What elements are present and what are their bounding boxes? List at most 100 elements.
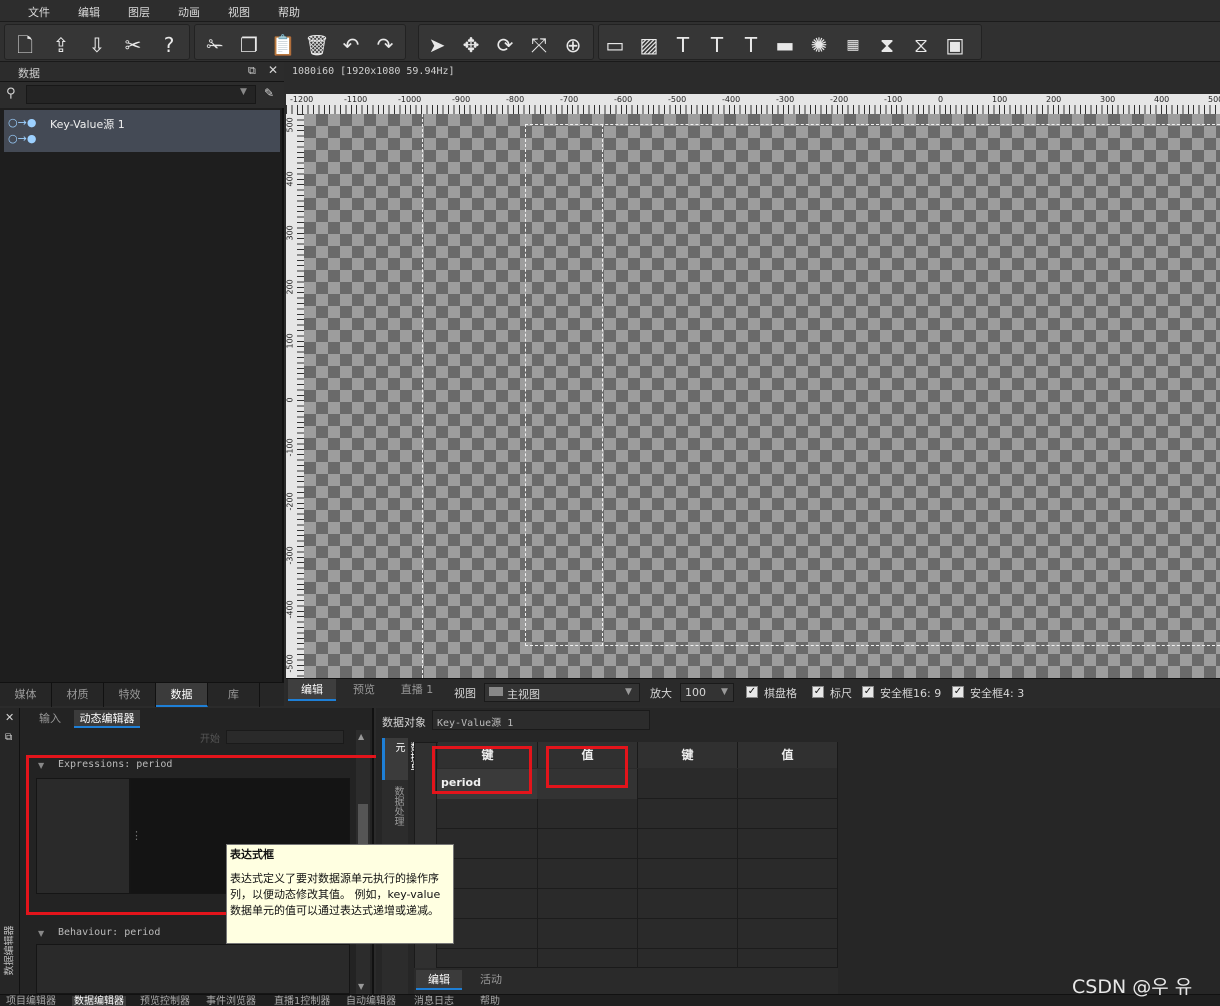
behaviour-box[interactable] bbox=[36, 944, 350, 994]
search-input[interactable] bbox=[26, 85, 256, 104]
copy-icon[interactable]: ❐ bbox=[235, 31, 263, 59]
ruler-top-label: -300 bbox=[776, 95, 795, 104]
data-editor-side-label[interactable]: 数据编辑器 bbox=[1, 916, 16, 976]
toolbar-group-create: ▭ ▨ T T T ▬ ✺ ▦ ⧗ ⧖ ▣ bbox=[598, 24, 982, 60]
watermark: CSDN @우 유 bbox=[1072, 976, 1193, 998]
canvas-viewport[interactable] bbox=[304, 114, 1220, 678]
image-icon[interactable]: ▨ bbox=[635, 31, 663, 59]
tab-data-unit[interactable]: 数据单元 bbox=[382, 738, 419, 780]
undo-icon[interactable]: ↶ bbox=[337, 31, 365, 59]
tab-live-1[interactable]: 直播 1 bbox=[392, 679, 442, 701]
ruler-left-label: -200 bbox=[286, 492, 295, 511]
panel-float-icon[interactable]: ⧉ bbox=[5, 732, 12, 743]
tab-data-processing[interactable]: 数据处理 bbox=[382, 782, 408, 836]
cut-icon[interactable]: ✁ bbox=[201, 31, 229, 59]
header-key-2[interactable]: 键 bbox=[638, 742, 738, 768]
tab-dynamic-editor[interactable]: 动态编辑器 bbox=[74, 710, 140, 728]
tools-icon[interactable]: ✂ bbox=[119, 31, 147, 59]
panel-close-icon[interactable]: ✕ bbox=[5, 711, 14, 724]
data-object-label: 数据对象 bbox=[382, 716, 426, 729]
help-pointer-icon[interactable]: ? bbox=[155, 31, 183, 59]
tab-preview-controller[interactable]: 预览控制器 bbox=[140, 996, 190, 1006]
text-icon[interactable]: T bbox=[669, 31, 697, 59]
tab-auto-editor[interactable]: 自动编辑器 bbox=[346, 996, 396, 1006]
download-icon[interactable]: ⇩ bbox=[83, 31, 111, 59]
tab-edit[interactable]: 编辑 bbox=[288, 679, 336, 701]
close-icon[interactable]: ✕ bbox=[268, 63, 278, 77]
tab-data[interactable]: 数据 bbox=[156, 683, 208, 707]
toolbar-group-file: 🗋 ⇪ ⇩ ✂ ? bbox=[4, 24, 190, 60]
tab-grid-active[interactable]: 活动 bbox=[466, 970, 516, 990]
data-object-field[interactable]: Key-Value源 1 bbox=[432, 710, 650, 730]
ruler-top-label: -600 bbox=[614, 95, 633, 104]
paste-icon[interactable]: 📋 bbox=[269, 31, 297, 59]
tab-event-browser[interactable]: 事件浏览器 bbox=[206, 996, 256, 1006]
anchor-icon[interactable]: ⊕ bbox=[559, 31, 587, 59]
tab-project-editor[interactable]: 项目编辑器 bbox=[6, 996, 56, 1006]
expand-behaviour-icon[interactable]: ▼ bbox=[38, 929, 44, 938]
move-icon[interactable]: ✥ bbox=[457, 31, 485, 59]
tab-library[interactable]: 库 bbox=[208, 683, 260, 707]
ruler-left-label: 300 bbox=[286, 225, 295, 241]
checkerboard-checkbox[interactable]: ✓ bbox=[746, 686, 758, 698]
tab-live1-controller[interactable]: 直播1控制器 bbox=[274, 996, 330, 1006]
hourglass-up-icon[interactable]: ⧗ bbox=[873, 31, 901, 59]
tab-data-editor[interactable]: 数据编辑器 bbox=[72, 996, 126, 1006]
tab-preview[interactable]: 预览 bbox=[338, 679, 390, 701]
data-panel-tabs: 媒体 材质 特效 数据 库 bbox=[0, 682, 284, 707]
menu-edit[interactable]: 编辑 bbox=[78, 4, 100, 20]
menu-help[interactable]: 帮助 bbox=[278, 4, 300, 20]
ruler-top-label: 400 bbox=[1154, 95, 1170, 104]
view-select[interactable]: 主视图 ▼ bbox=[484, 683, 640, 702]
zoom-select[interactable]: 100 ▼ bbox=[680, 683, 734, 702]
frame-icon[interactable]: ▣ bbox=[941, 31, 969, 59]
grid-col-line-1 bbox=[537, 769, 538, 969]
tab-input[interactable]: 输入 bbox=[30, 710, 70, 728]
upload-icon[interactable]: ⇪ bbox=[47, 31, 75, 59]
ruler-label: 标尺 bbox=[830, 687, 852, 700]
menu-file[interactable]: 文件 bbox=[28, 4, 50, 20]
header-value-2[interactable]: 值 bbox=[738, 742, 838, 768]
menu-animation[interactable]: 动画 bbox=[178, 4, 200, 20]
data-source-item[interactable]: ○→● ○→● Key-Value源 1 bbox=[4, 110, 280, 152]
ruler-left: 500 400 300 200 100 0 -100 -200 -300 -400 -500 bbox=[286, 114, 304, 678]
rectangle-icon[interactable]: ▭ bbox=[601, 31, 629, 59]
scroll-up-icon[interactable]: ▲ bbox=[358, 732, 364, 741]
ruler-checkbox[interactable]: ✓ bbox=[812, 686, 824, 698]
redo-icon[interactable]: ↷ bbox=[371, 31, 399, 59]
chevron-down-icon[interactable]: ▼ bbox=[240, 87, 247, 97]
text-down-icon[interactable]: T bbox=[703, 31, 731, 59]
menu-view[interactable]: 视图 bbox=[228, 4, 250, 20]
loader-icon[interactable]: ✺ bbox=[805, 31, 833, 59]
text-up-icon[interactable]: T bbox=[737, 31, 765, 59]
tab-help[interactable]: 帮助 bbox=[480, 996, 500, 1006]
safe-16-9-checkbox[interactable]: ✓ bbox=[862, 686, 874, 698]
new-file-icon[interactable]: 🗋 bbox=[11, 31, 39, 59]
tab-grid-edit[interactable]: 编辑 bbox=[416, 970, 462, 990]
ruler-top-label: -1000 bbox=[398, 95, 422, 104]
data-object-value: Key-Value源 1 bbox=[437, 718, 514, 729]
key-value-source-icon: ○→● bbox=[8, 116, 37, 129]
tooltip-title: 表达式框 bbox=[230, 848, 274, 861]
canvas-info-bar: 1080i60 [1920x1080 59.94Hz] bbox=[286, 62, 1220, 94]
scale-icon[interactable]: ⤧ bbox=[525, 31, 553, 59]
delete-icon[interactable]: 🗑 bbox=[303, 31, 331, 59]
safe-frame-line-1 bbox=[422, 114, 423, 678]
menu-layer[interactable]: 图层 bbox=[128, 4, 150, 20]
rotate-icon[interactable]: ⟳ bbox=[491, 31, 519, 59]
tab-material[interactable]: 材质 bbox=[52, 683, 104, 707]
clock-display-icon[interactable]: ▬ bbox=[771, 31, 799, 59]
grid-bottom-tabs: 编辑 活动 bbox=[414, 968, 838, 994]
tab-message-log[interactable]: 消息日志 bbox=[414, 996, 454, 1006]
start-field[interactable] bbox=[226, 730, 344, 744]
select-arrow-icon[interactable]: ➤ bbox=[423, 31, 451, 59]
hourglass-down-icon[interactable]: ⧖ bbox=[907, 31, 935, 59]
float-icon[interactable]: ⧉ bbox=[248, 64, 256, 78]
edit-pencil-icon[interactable]: ✎ bbox=[264, 86, 274, 100]
ruler-top-label: -1100 bbox=[344, 95, 368, 104]
tab-effects[interactable]: 特效 bbox=[104, 683, 156, 707]
calendar-icon[interactable]: ▦ bbox=[839, 31, 867, 59]
tab-media[interactable]: 媒体 bbox=[0, 683, 52, 707]
scroll-down-icon[interactable]: ▼ bbox=[358, 982, 364, 991]
safe-4-3-checkbox[interactable]: ✓ bbox=[952, 686, 964, 698]
